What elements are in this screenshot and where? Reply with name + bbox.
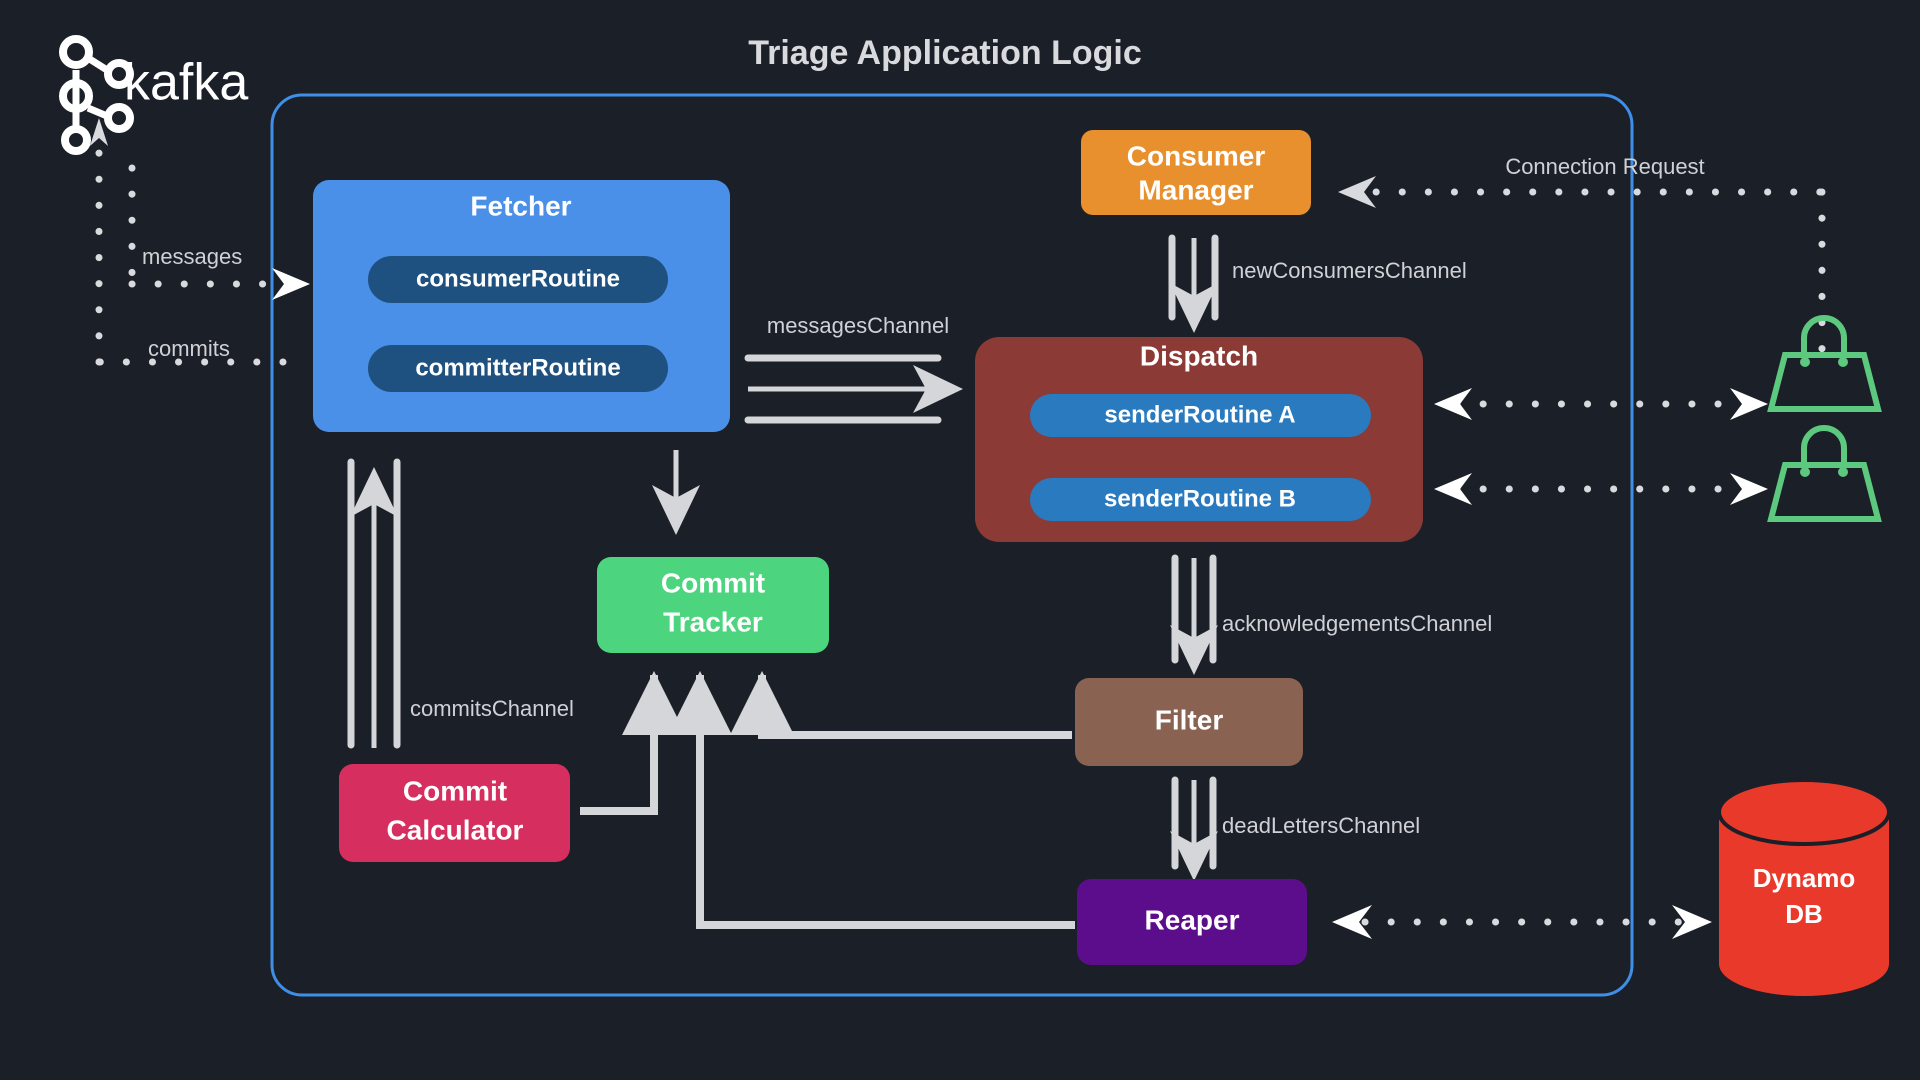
node-filter[interactable]: Filter [1075,678,1303,766]
reaper-title: Reaper [1145,904,1240,935]
messages-channel-label: messagesChannel [767,313,949,338]
edge-new-consumers-channel: newConsumersChannel [1168,234,1467,333]
dispatch-routine-a-label: senderRoutine A [1104,401,1295,428]
fetcher-routine-consumer-label: consumerRoutine [416,265,620,292]
messages-arrowhead [272,268,310,300]
edge-connection-request: Connection Request [1338,154,1826,358]
database-cylinder-icon: Dynamo DB [1717,778,1891,996]
edge-filter-to-tracker [730,671,1072,739]
page-title: Triage Application Logic [748,34,1142,72]
acknowledgements-channel-label: acknowledgementsChannel [1222,611,1492,636]
new-consumers-channel-label: newConsumersChannel [1232,258,1467,283]
edge-dispatch-client-a [1434,388,1768,420]
edge-dead-letters-channel: deadLettersChannel [1170,776,1420,881]
edge-commits-channel: commitsChannel [347,458,574,749]
node-commit-tracker[interactable]: Commit Tracker [597,557,829,653]
edge-reaper-dynamo [1332,905,1712,939]
commit-calculator-line1: Commit [403,775,507,806]
commits-channel-label: commitsChannel [410,696,574,721]
fetcher-routine-committer-label: committerRoutine [415,354,620,381]
edge-messages-channel: messagesChannel [744,313,963,424]
dynamo-line2: DB [1785,899,1823,929]
node-reaper[interactable]: Reaper [1077,879,1307,965]
edge-dispatch-client-b [1434,473,1768,505]
dynamo-line1: Dynamo [1753,863,1856,893]
kafka-label: kafka [124,54,248,112]
diagram-canvas: Triage Application Logic kafka commits m… [0,0,1920,1080]
node-consumer-manager[interactable]: Consumer Manager [1081,130,1311,215]
connection-request-arrowhead [1338,176,1376,208]
edge-reaper-to-tracker [668,671,1075,929]
filter-title: Filter [1155,704,1224,735]
dispatch-client-b-arrow-left [1434,473,1472,505]
dispatch-client-a-arrow-right [1730,388,1768,420]
commit-tracker-line1: Commit [661,567,765,598]
consumer-manager-line2: Manager [1138,174,1253,205]
client-bag-a [1767,315,1882,412]
node-commit-calculator[interactable]: Commit Calculator [339,764,570,862]
dispatch-client-b-arrow-right [1730,473,1768,505]
connection-request-label: Connection Request [1505,154,1704,179]
commit-calculator-line2: Calculator [387,814,524,845]
node-fetcher[interactable]: Fetcher consumerRoutine committerRoutine [313,180,730,432]
messages-label: messages [142,244,242,269]
client-bag-b [1767,425,1882,522]
consumer-manager-line1: Consumer [1127,140,1266,171]
architecture-diagram: Triage Application Logic kafka commits m… [59,34,1891,997]
dispatch-title: Dispatch [1140,340,1258,371]
edge-calculator-to-tracker [580,671,686,815]
commits-label: commits [148,336,230,361]
dead-letters-channel-label: deadLettersChannel [1222,813,1420,838]
edge-acknowledgements-channel: acknowledgementsChannel [1170,554,1492,675]
node-dispatch[interactable]: Dispatch senderRoutine A senderRoutine B [975,337,1423,542]
dispatch-client-a-arrow-left [1434,388,1472,420]
fetcher-title: Fetcher [470,190,571,221]
commit-tracker-line2: Tracker [663,606,763,637]
dispatch-routine-b-label: senderRoutine B [1104,485,1296,512]
